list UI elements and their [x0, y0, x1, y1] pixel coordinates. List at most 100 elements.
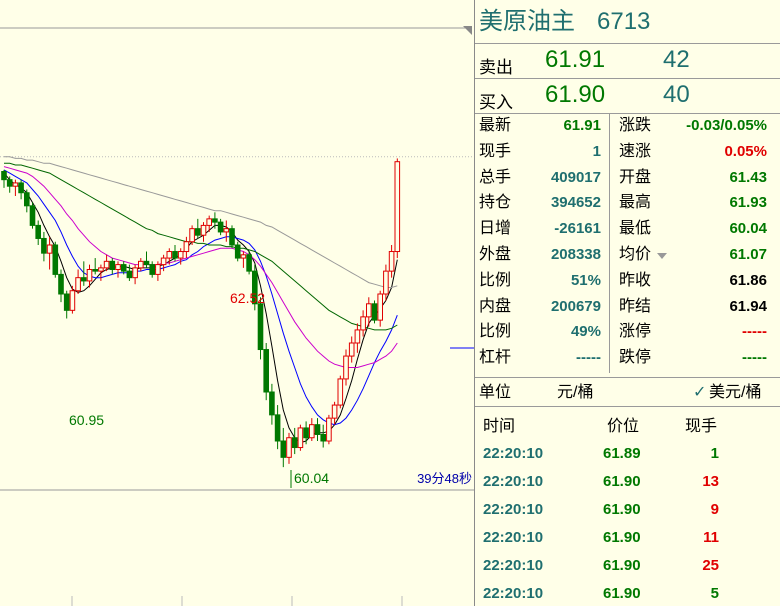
- stat-row: 昨收 61.86: [619, 268, 767, 294]
- low-price-label-1: 60.95: [69, 412, 104, 428]
- stat-row: 涨跌 -0.03/0.05%: [619, 113, 767, 139]
- candle-body: [120, 264, 127, 272]
- candle-body: [269, 391, 275, 416]
- tick-time: 22:20:10: [483, 557, 544, 574]
- tick-time: 22:20:10: [483, 501, 544, 518]
- stat-value: 51%: [570, 271, 601, 289]
- tick-price: 61.90: [603, 585, 641, 602]
- tick-price: 61.90: [603, 473, 641, 490]
- stat-label: 最高: [619, 194, 652, 212]
- stat-label: 涨跌: [619, 117, 652, 134]
- tick-header-price: 价位: [607, 418, 640, 435]
- stat-row: 均价 61.07: [619, 242, 767, 268]
- stat-label: 昨收: [619, 271, 652, 289]
- candle-body: [240, 254, 247, 259]
- stat-row: 开盘 61.43: [619, 165, 767, 191]
- tick-row: 22:20:10 61.90 13: [475, 468, 780, 496]
- candle-body: [24, 192, 30, 207]
- stat-value: -----: [742, 323, 767, 341]
- stat-label: 日增: [479, 220, 512, 238]
- stat-row: 比例 51%: [479, 268, 601, 294]
- stat-value: 61.07: [729, 246, 767, 263]
- candle-body: [234, 244, 241, 259]
- candle-body: [143, 260, 150, 266]
- stat-label: 跌停: [619, 349, 652, 367]
- stat-row: 速涨 0.05%: [619, 139, 767, 165]
- stat-label: 持仓: [479, 194, 512, 212]
- candle-body: [12, 182, 19, 187]
- candle-body: [326, 417, 332, 442]
- kline-chart[interactable]: 62.52 60.95 60.04 39分48秒: [0, 0, 474, 606]
- unit-value[interactable]: 元/桶: [557, 378, 593, 408]
- ask-row: 卖出 61.91 42: [475, 44, 780, 79]
- candle-body: [6, 179, 13, 187]
- tick-price: 61.90: [603, 529, 641, 546]
- stat-row: 杠杆 -----: [479, 345, 601, 371]
- candle-body: [212, 218, 218, 223]
- candle-body: [126, 270, 133, 279]
- stat-label: 涨停: [619, 323, 652, 341]
- stat-value: 61.93: [729, 194, 767, 212]
- stat-label: 现手: [479, 142, 512, 160]
- stat-label: 昨结: [619, 297, 652, 315]
- instrument-title: 美原油主 6713: [475, 0, 780, 44]
- stat-label: 最低: [619, 220, 652, 238]
- candle-body: [29, 205, 36, 226]
- candle-body: [183, 241, 190, 253]
- candle-body: [360, 316, 366, 331]
- quote-panel: 美原油主 6713 卖出 61.91 42 买入 61.90 40 最新 61.91…: [474, 0, 780, 606]
- high-price-label: 62.52: [230, 290, 265, 306]
- candle-body: [348, 342, 355, 357]
- ask-price: 61.91: [545, 46, 606, 73]
- candle-body: [160, 257, 167, 266]
- stat-row: 总手 409017: [479, 165, 601, 191]
- kline-svg: 62.52 60.95 60.04 39分48秒: [0, 26, 474, 606]
- tick-qty: 25: [702, 557, 719, 574]
- stat-value: 49%: [570, 323, 601, 341]
- candle-body: [343, 355, 349, 380]
- stat-row: 最新 61.91: [479, 113, 601, 139]
- bid-label: 买入: [479, 93, 513, 112]
- candle-body: [366, 303, 372, 318]
- stat-label: 比例: [479, 323, 512, 341]
- stat-row: 昨结 61.94: [619, 294, 767, 320]
- candle-body: [331, 404, 338, 419]
- tick-header-time: 时间: [483, 418, 516, 435]
- stat-label: 杠杆: [479, 349, 512, 367]
- tick-row: 22:20:10 61.89 1: [475, 440, 780, 468]
- stat-value: -----: [576, 349, 601, 367]
- stat-row: 涨停 -----: [619, 319, 767, 345]
- stat-row: 最高 61.93: [619, 190, 767, 216]
- stat-value: 1: [592, 142, 601, 160]
- candle-body: [297, 427, 304, 449]
- candle-body: [291, 437, 298, 449]
- stat-label: 开盘: [619, 168, 652, 186]
- tick-qty: 11: [703, 529, 719, 546]
- candle-body: [81, 277, 87, 282]
- tick-row: 22:20:10 61.90 5: [475, 580, 780, 606]
- corner-triangle-icon: [463, 26, 472, 35]
- candle-body: [92, 269, 99, 272]
- stat-value: -----: [742, 349, 767, 367]
- candle-body: [263, 349, 269, 393]
- stat-row: 比例 49%: [479, 319, 601, 345]
- stat-value: 394652: [550, 194, 601, 212]
- tick-time: 22:20:10: [483, 445, 544, 462]
- unit-alt-option[interactable]: 美元/桶: [709, 378, 761, 408]
- stat-value: 409017: [550, 168, 601, 186]
- bid-row: 买入 61.90 40: [475, 79, 780, 114]
- dropdown-triangle-icon[interactable]: [657, 253, 667, 259]
- candle-body: [41, 237, 47, 254]
- candle-body: [337, 378, 344, 406]
- candle-body: [377, 293, 383, 321]
- stat-row: 内盘 200679: [479, 294, 601, 320]
- tick-price: 61.90: [603, 557, 641, 574]
- candle-body: [1, 171, 7, 181]
- candle-body: [383, 270, 389, 295]
- stat-row: 持仓 394652: [479, 190, 601, 216]
- candle-body: [18, 182, 24, 194]
- candle-body: [189, 228, 195, 243]
- ask-label: 卖出: [479, 58, 513, 77]
- candle-body: [63, 293, 70, 311]
- stat-label: 均价: [619, 246, 652, 263]
